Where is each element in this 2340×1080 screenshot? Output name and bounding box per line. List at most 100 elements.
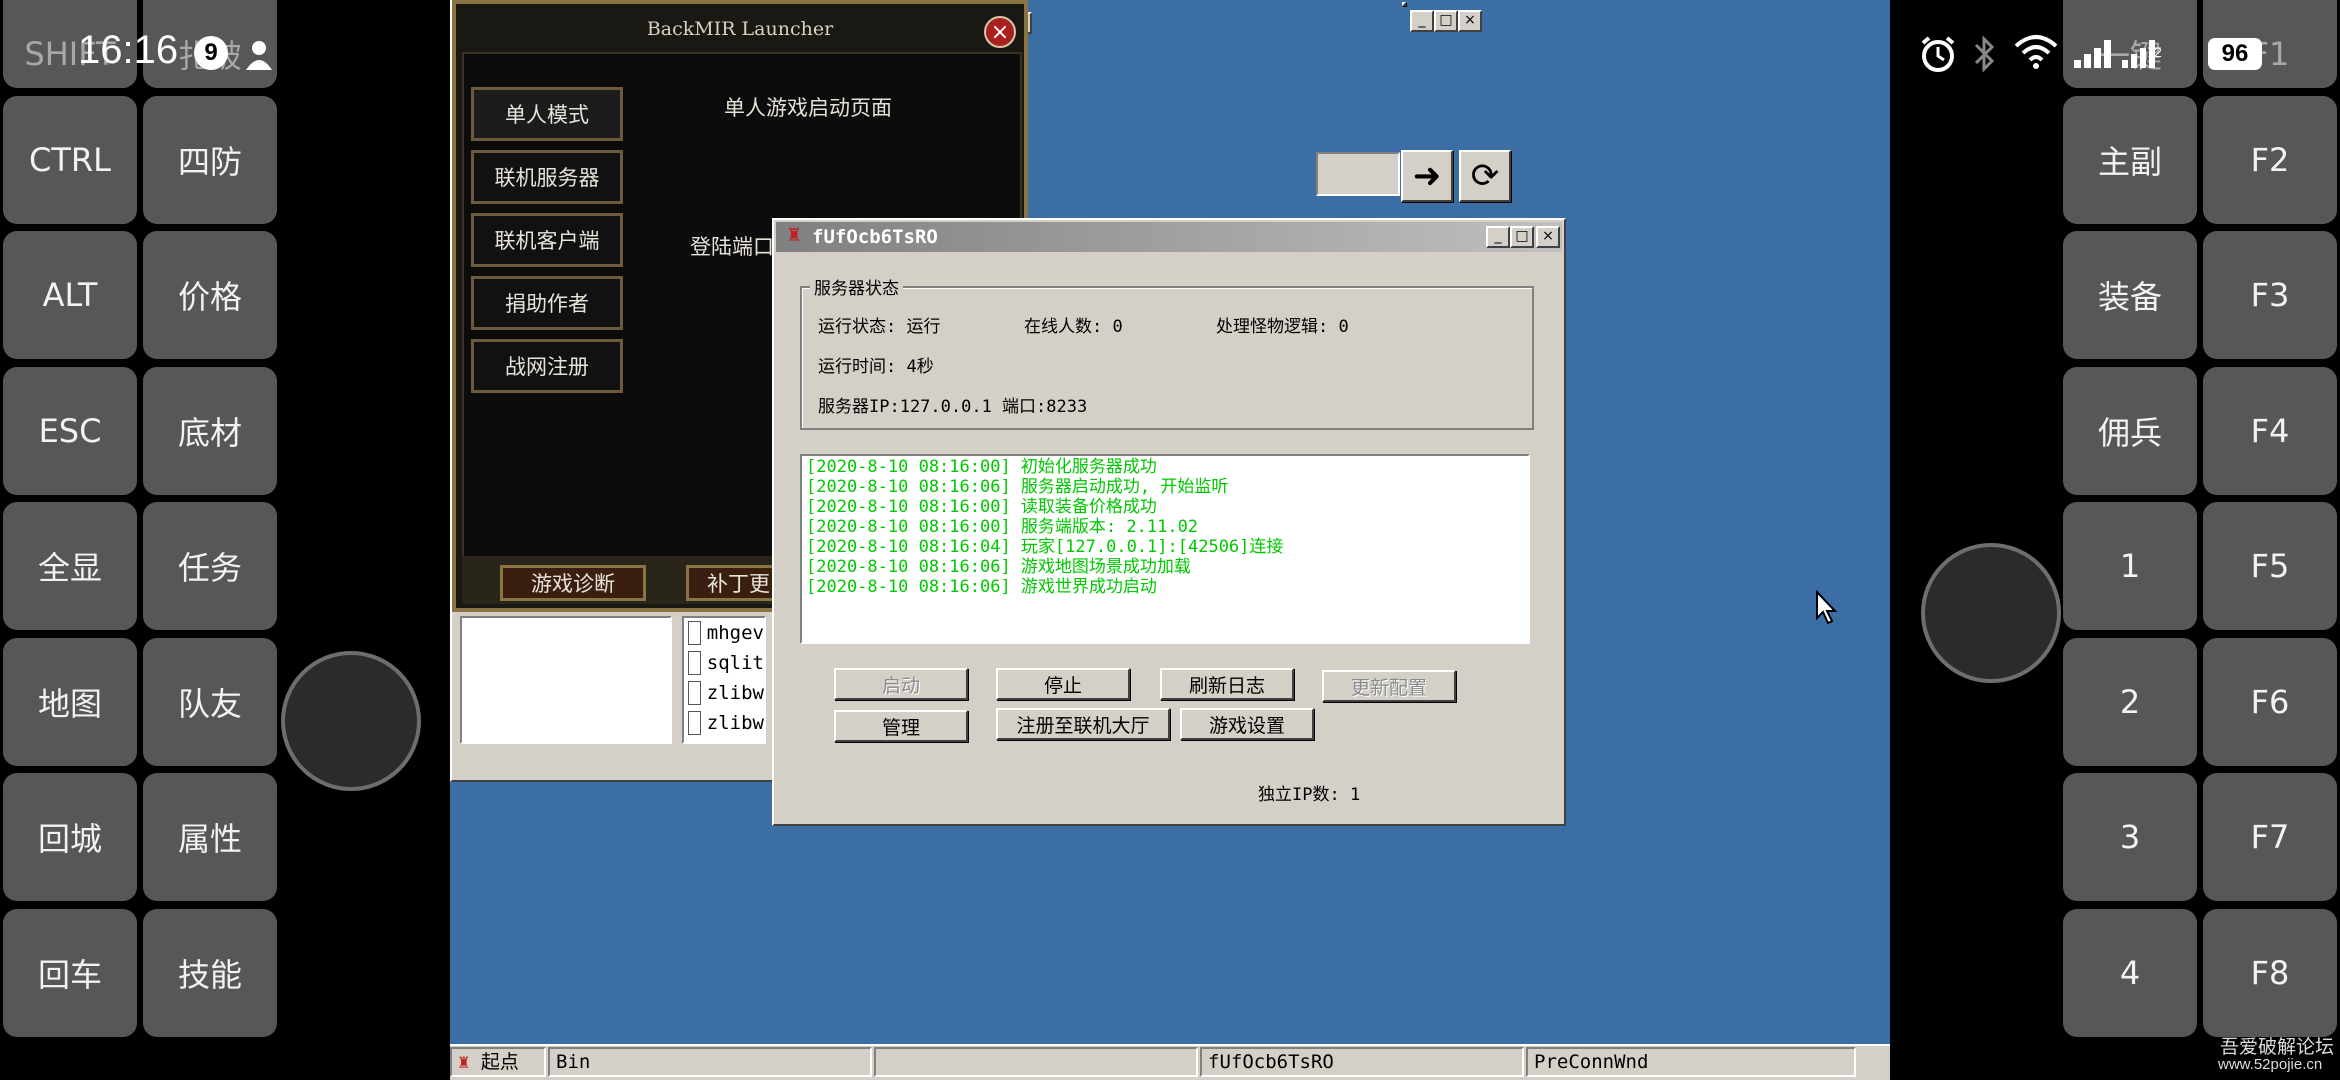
taskbar-item-server[interactable]: fUfOcb6TsRO	[1200, 1047, 1524, 1077]
right-key-7-1[interactable]: F8	[2203, 908, 2337, 1037]
unique-ip-count: 独立IP数: 1	[1258, 785, 1361, 805]
log-line: [2020-8-10 08:16:06] 游戏地图场景成功加载	[806, 557, 1191, 577]
left-key-2-1[interactable]: 价格	[143, 231, 277, 359]
left-key-6-0[interactable]: 回城	[3, 773, 137, 901]
file-icon	[688, 711, 701, 735]
right-key-4-1[interactable]: F5	[2203, 502, 2337, 630]
signal-icon-1	[2074, 40, 2111, 68]
emulated-desktop: _ □ × mhgev sqlit zlibw zlibw ➜ ⟳ _ □ × Bac…	[450, 0, 1890, 1080]
right-key-2-1[interactable]: F3	[2203, 231, 2337, 359]
right-key-6-0[interactable]: 3	[2063, 773, 2197, 901]
explorer-address-field[interactable]	[1316, 152, 1400, 196]
launcher-close-button[interactable]: ×	[984, 16, 1016, 48]
update-config-button[interactable]: 更新配置	[1322, 670, 1456, 702]
explorer-max-btn[interactable]: □	[1434, 10, 1458, 32]
log-line: [2020-8-10 08:16:04] 玩家[127.0.0.1]:[4250…	[806, 537, 1284, 557]
menu-online-server[interactable]: 联机服务器	[471, 150, 623, 204]
explorer-min-btn[interactable]: _	[1410, 10, 1434, 32]
start-button[interactable]: 启动	[834, 668, 968, 700]
log-line: [2020-8-10 08:16:00] 读取装备价格成功	[806, 497, 1157, 517]
manage-button[interactable]: 管理	[834, 710, 968, 742]
clock: 16:16	[78, 28, 179, 72]
server-close-button[interactable]: ×	[1536, 226, 1560, 248]
menu-single-mode[interactable]: 单人模式	[471, 87, 623, 141]
taskbar-start-button[interactable]: ♜ 起点	[450, 1047, 546, 1077]
left-key-1-1[interactable]: 四防	[143, 95, 277, 224]
run-state: 运行状态: 运行	[818, 317, 941, 337]
left-key-5-0[interactable]: 地图	[3, 637, 137, 766]
refresh-button[interactable]: ⟳	[1459, 150, 1511, 202]
right-key-4-0[interactable]: 1	[2063, 502, 2197, 630]
file-item[interactable]: zlibw	[684, 708, 764, 738]
file-item[interactable]: zlibw	[684, 678, 764, 708]
left-joystick[interactable]	[281, 651, 421, 791]
register-lobby-button[interactable]: 注册至联机大厅	[996, 708, 1170, 740]
left-key-4-1[interactable]: 任务	[143, 502, 277, 630]
server-titlebar: ♜ fUfOcb6TsRO _ □ ×	[776, 222, 1562, 252]
explorer-x-btn[interactable]: ×	[1458, 10, 1482, 32]
alarm-icon	[1921, 36, 1955, 72]
app-icon: ♜	[786, 225, 803, 246]
right-key-6-1[interactable]: F7	[2203, 773, 2337, 901]
right-key-2-0[interactable]: 装备	[2063, 231, 2197, 359]
taskbar-item-blank[interactable]	[874, 1047, 1198, 1077]
server-minimize-button[interactable]: _	[1486, 226, 1510, 248]
left-key-1-0[interactable]: CTRL	[3, 95, 137, 224]
notification-badge: 9	[194, 36, 228, 70]
login-port-label: 登陆端口	[690, 235, 774, 259]
battery-indicator: 96	[2208, 38, 2262, 70]
wifi-icon	[2014, 35, 2058, 69]
refresh-log-button[interactable]: 刷新日志	[1160, 668, 1294, 700]
launcher-title: BackMIR Launcher	[646, 18, 834, 40]
file-list-panel: mhgev sqlit zlibw zlibw	[682, 616, 766, 744]
taskbar-item-bin[interactable]: Bin	[548, 1047, 872, 1077]
online-count: 在线人数: 0	[1024, 317, 1123, 337]
log-line: [2020-8-10 08:16:00] 服务端版本: 2.11.02	[806, 517, 1199, 537]
server-ip: 服务器IP:127.0.0.1 端口:8233	[818, 397, 1088, 417]
server-log[interactable]: [2020-8-10 08:16:00] 初始化服务器成功 [2020-8-10 …	[800, 454, 1530, 644]
person-icon	[246, 41, 272, 70]
right-key-3-1[interactable]: F4	[2203, 366, 2337, 495]
server-status-group-title: 服务器状态	[810, 274, 903, 299]
file-name: mhgev	[706, 622, 764, 644]
go-button[interactable]: ➜	[1401, 150, 1453, 202]
file-icon	[688, 621, 701, 645]
left-key-3-0[interactable]: ESC	[3, 366, 137, 495]
game-diagnose-button[interactable]: 游戏诊断	[500, 565, 646, 601]
monster-logic: 处理怪物逻辑: 0	[1216, 317, 1349, 337]
run-time: 运行时间: 4秒	[818, 357, 934, 377]
file-item[interactable]: sqlit	[684, 648, 764, 678]
game-settings-button[interactable]: 游戏设置	[1180, 708, 1314, 740]
taskbar-item-preconn[interactable]: PreConnWnd	[1526, 1047, 1856, 1077]
stop-button[interactable]: 停止	[996, 668, 1130, 700]
menu-online-client[interactable]: 联机客户端	[471, 213, 623, 267]
patch-update-button[interactable]: 补丁更	[686, 565, 778, 601]
left-key-7-1[interactable]: 技能	[143, 908, 277, 1037]
left-key-5-1[interactable]: 队友	[143, 637, 277, 766]
right-key-3-0[interactable]: 佣兵	[2063, 366, 2197, 495]
menu-battle-net-register[interactable]: 战网注册	[471, 339, 623, 393]
file-icon	[688, 681, 701, 705]
watermark-url: www.52pojie.cn	[2218, 1056, 2323, 1073]
right-key-5-1[interactable]: F6	[2203, 637, 2337, 766]
right-joystick[interactable]	[1921, 543, 2061, 683]
right-key-5-0[interactable]: 2	[2063, 637, 2197, 766]
left-key-4-0[interactable]: 全显	[3, 502, 137, 630]
server-maximize-button[interactable]: □	[1510, 226, 1534, 248]
left-key-7-0[interactable]: 回车	[3, 908, 137, 1037]
mouse-cursor-icon	[1816, 590, 1838, 625]
right-key-1-0[interactable]: 主副	[2063, 95, 2197, 224]
file-name: sqlit	[706, 652, 764, 674]
right-key-7-0[interactable]: 4	[2063, 908, 2197, 1037]
file-item[interactable]: mhgev	[684, 618, 764, 648]
left-key-2-0[interactable]: ALT	[3, 231, 137, 359]
right-key-1-1[interactable]: F2	[2203, 95, 2337, 224]
folder-tree-panel	[460, 616, 672, 744]
launcher-page-heading: 单人游戏启动页面	[724, 96, 892, 120]
log-line: [2020-8-10 08:16:00] 初始化服务器成功	[806, 457, 1157, 477]
file-name: zlibw	[706, 682, 764, 704]
menu-donate[interactable]: 捐助作者	[471, 276, 623, 330]
left-key-6-1[interactable]: 属性	[143, 773, 277, 901]
log-line: [2020-8-10 08:16:06] 服务器启动成功, 开始监听	[806, 477, 1229, 497]
left-key-3-1[interactable]: 底材	[143, 366, 277, 495]
